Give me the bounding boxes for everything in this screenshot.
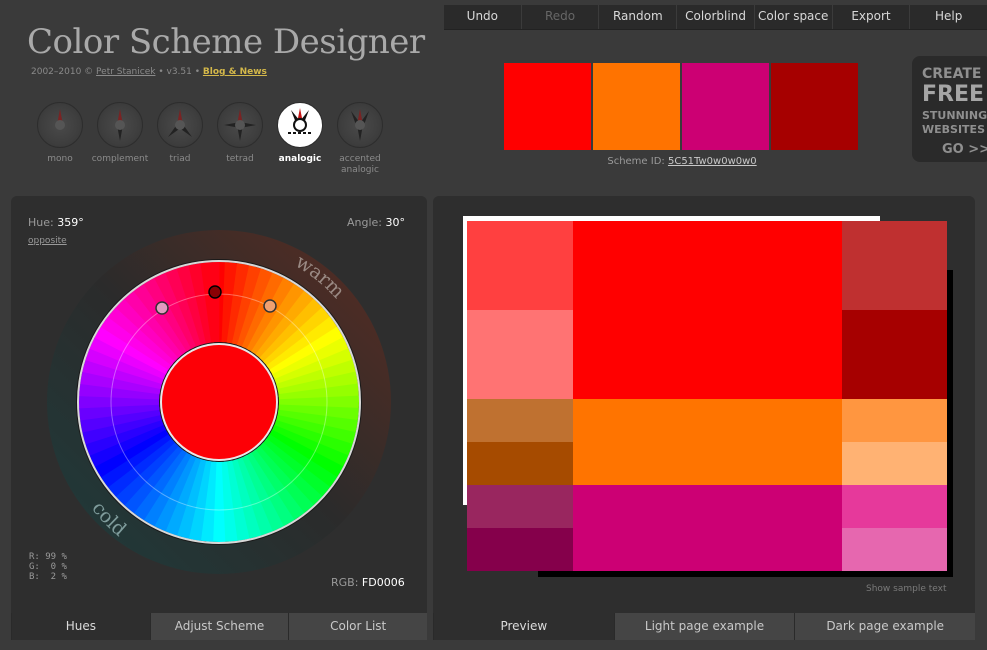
scheme-id: Scheme ID: 5C51Tw0w0w0w0 — [505, 156, 859, 167]
red-percent: R: 99 % — [29, 552, 67, 562]
color-tile[interactable] — [842, 442, 947, 485]
version-text: • v3.51 • — [158, 67, 201, 77]
rgb-label: RGB: — [331, 576, 359, 589]
mode-accented-analogic[interactable]: accented analogic — [328, 102, 392, 176]
color-tile[interactable] — [842, 528, 947, 571]
hue-label: Hue: — [28, 216, 54, 229]
tetrad-icon — [217, 102, 263, 148]
mode-complement[interactable]: complement — [88, 102, 152, 176]
ad-line: STUNNING — [922, 109, 987, 122]
scheme-id-label: Scheme ID: — [607, 156, 665, 167]
hue-value: 359° — [57, 216, 84, 229]
top-menu: Undo Redo Random Colorblind Color space … — [444, 5, 987, 30]
menu-export[interactable]: Export — [833, 5, 911, 29]
swatch-primary[interactable] — [504, 63, 591, 150]
angle-value: 30° — [385, 216, 406, 229]
analogic-icon — [277, 102, 323, 148]
color-tile[interactable] — [467, 442, 573, 485]
color-wheel[interactable]: warm cold — [33, 216, 405, 588]
mode-analogic[interactable]: analogic — [268, 102, 332, 176]
mode-tetrad[interactable]: tetrad — [208, 102, 272, 176]
color-tile-main[interactable] — [573, 485, 842, 571]
swatch-secondary-a[interactable] — [593, 63, 680, 150]
scheme-modes: mono complement triad tetrad analogic ac… — [28, 102, 388, 176]
menu-redo[interactable]: Redo — [522, 5, 600, 29]
ad-line: CREATE — [922, 66, 982, 82]
blue-percent: B: 2 % — [29, 572, 67, 582]
app-title: Color Scheme Designer — [27, 22, 425, 62]
left-tabs: Hues Adjust Scheme Color List — [11, 613, 428, 640]
ad-banner[interactable]: CREATE FREE STUNNING WEBSITES GO >> — [912, 56, 987, 162]
complement-icon — [97, 102, 143, 148]
tab-color-list[interactable]: Color List — [288, 613, 428, 640]
color-tile[interactable] — [842, 221, 947, 310]
color-tile[interactable] — [842, 485, 947, 528]
menu-random[interactable]: Random — [599, 5, 678, 29]
tab-light-page-example[interactable]: Light page example — [613, 613, 795, 640]
right-tabs: Preview Light page example Dark page exa… — [433, 613, 976, 640]
rgb-percent: R: 99 % G: 0 % B: 2 % — [29, 552, 67, 582]
ad-go-link[interactable]: GO >> — [942, 142, 987, 157]
hue-readout: Hue: 359° — [28, 216, 84, 229]
tab-adjust-scheme[interactable]: Adjust Scheme — [149, 613, 289, 640]
triad-icon — [157, 102, 203, 148]
rgb-readout: RGB: FD0006 — [331, 576, 405, 589]
mono-icon — [37, 102, 83, 148]
swatch-secondary-b[interactable] — [682, 63, 769, 150]
ad-line: FREE — [922, 82, 985, 107]
mode-mono[interactable]: mono — [28, 102, 92, 176]
color-tile[interactable] — [842, 399, 947, 442]
tab-dark-page-example[interactable]: Dark page example — [794, 613, 976, 640]
mode-label: triad — [169, 154, 191, 164]
angle-readout: Angle: 30° — [347, 216, 405, 229]
swatch-complement[interactable] — [771, 63, 858, 150]
hue-handle-secondary-a[interactable] — [155, 301, 169, 315]
angle-label: Angle: — [347, 216, 383, 229]
color-tile[interactable] — [467, 399, 573, 442]
menu-undo[interactable]: Undo — [444, 5, 522, 29]
opposite-link[interactable]: opposite — [28, 236, 67, 246]
green-percent: G: 0 % — [29, 562, 67, 572]
scheme-id-link[interactable]: 5C51Tw0w0w0w0 — [668, 156, 757, 167]
show-sample-text-link[interactable]: Show sample text — [866, 584, 947, 594]
color-tile[interactable] — [467, 221, 573, 310]
tab-hues[interactable]: Hues — [11, 613, 150, 640]
mode-label: tetrad — [226, 154, 254, 164]
accented-analogic-icon — [337, 102, 383, 148]
credit-prefix: 2002–2010 © — [31, 67, 94, 77]
blog-link[interactable]: Blog & News — [203, 67, 267, 77]
hue-handle-primary[interactable] — [208, 285, 222, 299]
author-link[interactable]: Petr Stanicek — [96, 67, 155, 77]
tab-preview[interactable]: Preview — [433, 613, 614, 640]
mode-label: complement — [91, 154, 149, 164]
mode-label: analogic — [278, 154, 322, 164]
mode-label: mono — [47, 154, 73, 164]
rgb-value: FD0006 — [361, 576, 405, 589]
color-tile[interactable] — [842, 310, 947, 399]
hue-handle-secondary-b[interactable] — [263, 299, 277, 313]
app-credit: 2002–2010 © Petr Stanicek • v3.51 • Blog… — [31, 67, 267, 77]
color-tile[interactable] — [467, 528, 573, 571]
preview-color-grid — [467, 221, 947, 571]
menu-help[interactable]: Help — [910, 5, 987, 29]
center-color-disc — [160, 343, 278, 461]
color-tile[interactable] — [467, 310, 573, 399]
menu-colorblind[interactable]: Colorblind — [677, 5, 755, 29]
color-tile-main[interactable] — [573, 221, 842, 399]
mode-label: accented analogic — [339, 154, 381, 175]
mode-triad[interactable]: triad — [148, 102, 212, 176]
menu-color-space[interactable]: Color space — [755, 5, 833, 29]
ad-line: WEBSITES — [922, 123, 985, 136]
scheme-swatches — [504, 63, 858, 150]
color-tile-main[interactable] — [573, 399, 842, 485]
color-tile[interactable] — [467, 485, 573, 528]
